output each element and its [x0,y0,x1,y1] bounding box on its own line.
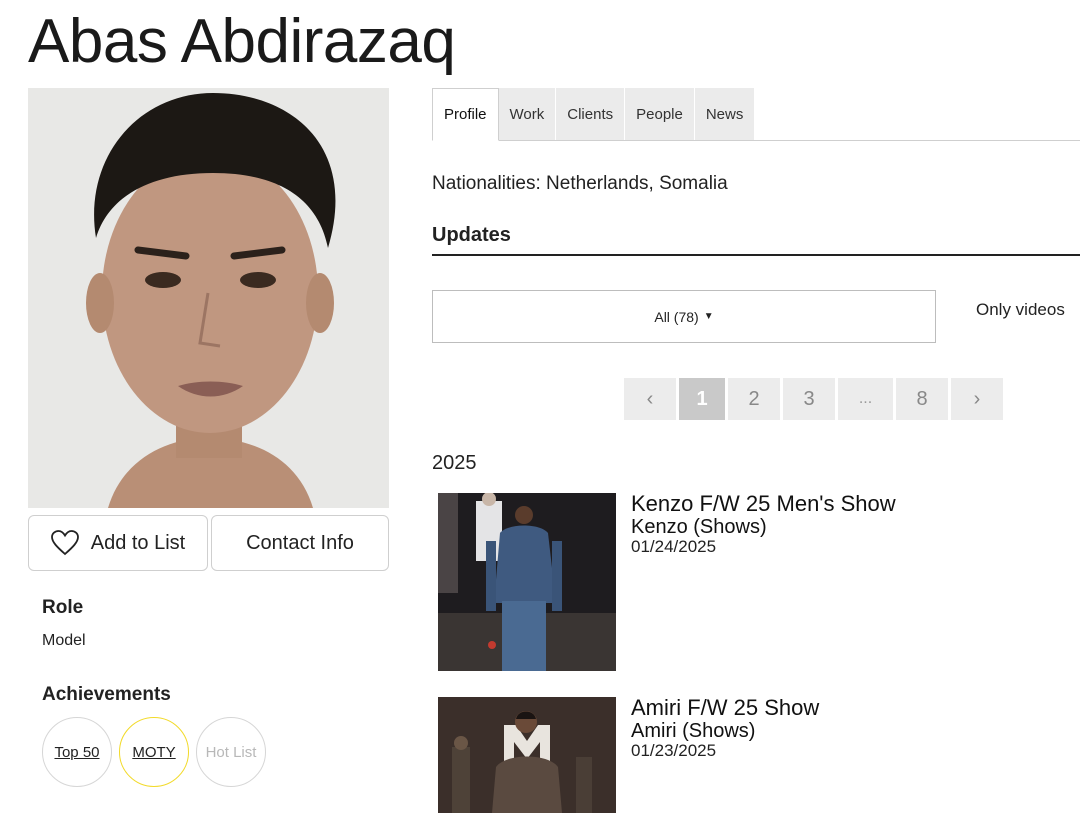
heart-icon [50,530,79,556]
achievement-top-50[interactable]: Top 50 [42,717,112,787]
feed-item-image-amiri[interactable] [438,697,616,813]
page-8[interactable]: 8 [896,378,948,420]
page-1[interactable]: 1 [679,378,725,420]
nationalities: Nationalities: Netherlands, Somalia [432,173,728,194]
updates-heading: Updates [432,224,511,246]
year-heading: 2025 [432,452,477,474]
achievements-heading: Achievements [42,684,171,705]
tab-profile[interactable]: Profile [432,88,499,141]
prev-page-button[interactable]: ‹ [624,378,676,420]
feed-item-date: 01/24/2025 [631,537,717,556]
caret-down-icon: ▼ [703,311,714,322]
tabs-divider [432,140,1080,141]
achievement-hot-list: Hot List [196,717,266,787]
pagination: ‹ 1 2 3 ... 8 › [624,378,1003,420]
achievement-moty[interactable]: MOTY [119,717,189,787]
updates-filter-select[interactable]: All (78) ▼ [432,290,936,343]
add-to-list-label: Add to List [90,531,186,554]
updates-divider [432,254,1080,256]
feed-item-date: 01/23/2025 [631,741,717,760]
feed-item-title[interactable]: Amiri F/W 25 Show [631,696,819,720]
tab-news[interactable]: News [694,88,756,140]
role-heading: Role [42,597,84,618]
page-3[interactable]: 3 [783,378,835,420]
contact-info-button[interactable]: Contact Info [211,515,389,571]
feed-item-image-kenzo[interactable] [438,493,616,671]
tab-work[interactable]: Work [498,88,557,140]
model-portrait [28,88,389,508]
only-videos-toggle[interactable]: Only videos [976,300,1065,320]
next-page-button[interactable]: › [951,378,1003,420]
tab-clients[interactable]: Clients [556,88,626,140]
feed-item-subtitle[interactable]: Kenzo (Shows) [631,516,767,538]
profile-tabs: Profile Work Clients People News [432,88,756,141]
page-ellipsis: ... [838,378,893,420]
role-value: Model [42,632,86,649]
page-2[interactable]: 2 [728,378,780,420]
model-name: Abas Abdirazaq [28,7,456,76]
add-to-list-button[interactable]: Add to List [28,515,208,571]
feed-item-subtitle[interactable]: Amiri (Shows) [631,720,755,742]
feed-item-title[interactable]: Kenzo F/W 25 Men's Show [631,492,896,516]
filter-value: All (78) [654,308,699,325]
tab-people[interactable]: People [625,88,695,140]
